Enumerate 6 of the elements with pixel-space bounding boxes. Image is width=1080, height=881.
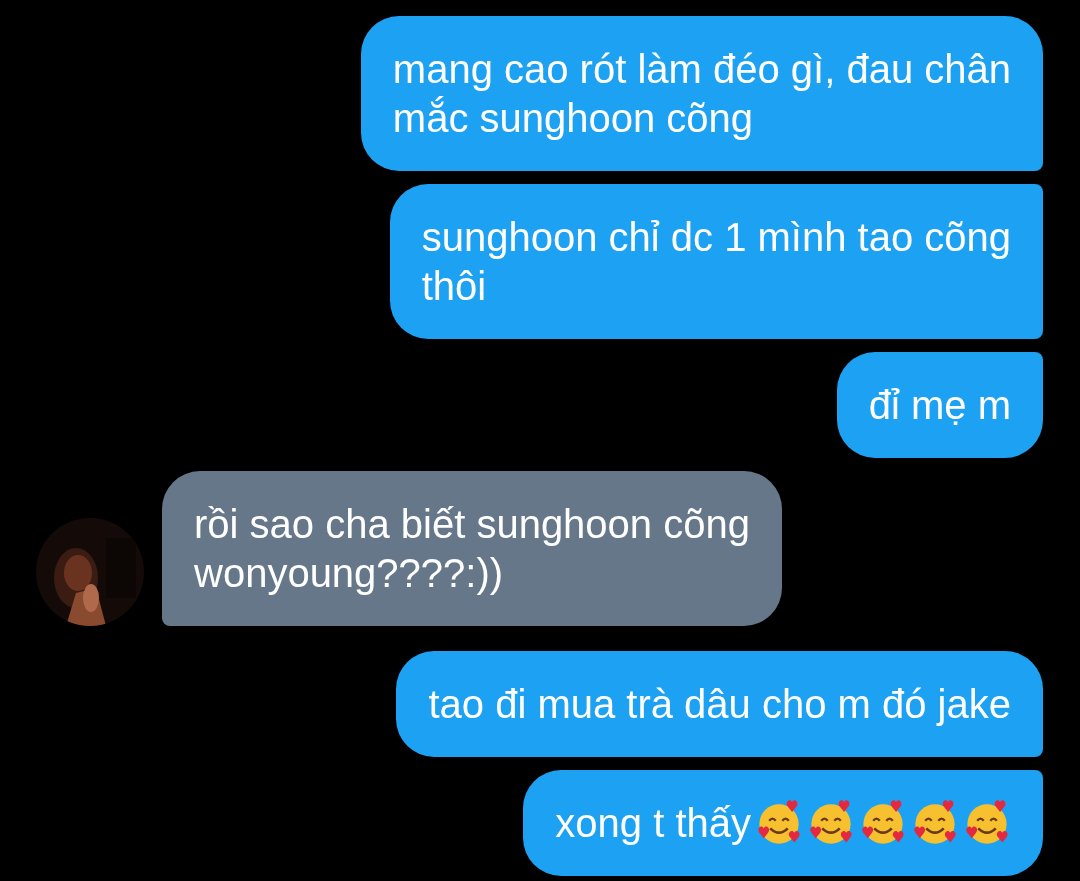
sent-message: mang cao rót làm đéo gì, đau chân mắc sunghoon cõng [360, 16, 1043, 171]
received-message: rồi sao cha biết sunghoon cõng wonyoung????:)) [162, 471, 782, 626]
sent-message: sunghoon chỉ dc 1 mình tao cõng thôi [389, 184, 1043, 339]
sent-message: đỉ mẹ m [836, 352, 1043, 458]
sent-message: tao đi mua trà dâu cho m đó jake [396, 651, 1043, 757]
sent-message: xong t thấy [523, 770, 1043, 876]
